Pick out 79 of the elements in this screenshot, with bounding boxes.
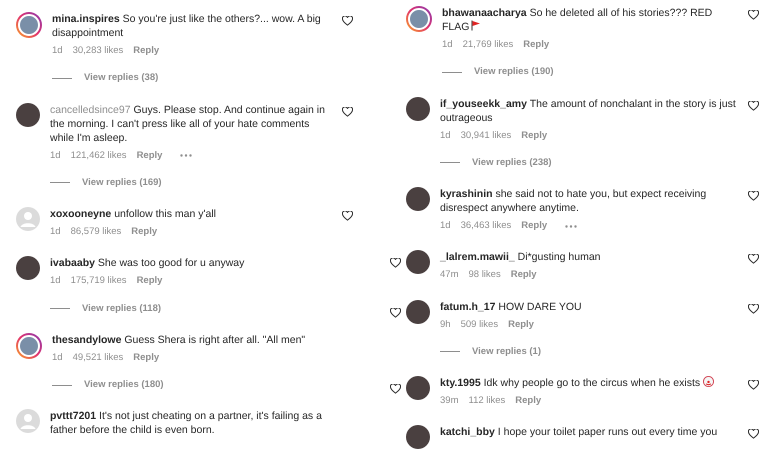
comment-text: katchi_bby I hope your toilet paper runs out every time you — [440, 425, 718, 440]
avatar-ring[interactable] — [16, 332, 42, 359]
avatar[interactable] — [406, 300, 430, 324]
comment-text: thesandylowe Guess Shera is right after all. "All men" — [52, 332, 306, 347]
more-options-icon[interactable] — [180, 154, 192, 158]
comment-time: 1d — [50, 225, 61, 239]
like-count[interactable]: 509 likes — [460, 318, 498, 332]
avatar[interactable] — [406, 376, 430, 400]
comment-time: 1d — [52, 44, 63, 58]
reply-link[interactable]: Reply — [521, 128, 548, 143]
view-replies-link[interactable]: View replies (180) — [84, 378, 164, 392]
like-heart-icon[interactable] — [390, 308, 401, 318]
like-count[interactable]: 30,941 likes — [460, 128, 512, 143]
avatar[interactable] — [16, 256, 40, 280]
reply-link[interactable]: Reply — [133, 350, 160, 365]
like-heart-icon[interactable] — [342, 211, 353, 221]
like-heart-icon[interactable] — [342, 16, 353, 26]
avatar-ring[interactable] — [16, 12, 42, 38]
view-replies-link[interactable]: View replies (169) — [82, 176, 162, 190]
more-options-icon[interactable] — [565, 224, 578, 228]
comment-time: 1d — [442, 38, 453, 52]
reply-link[interactable]: Reply — [131, 225, 158, 240]
comment-time: 1d — [440, 128, 451, 142]
comment-text: fatum.h_17 HOW DARE YOU — [440, 300, 583, 314]
like-count[interactable]: 21,769 likes — [462, 38, 514, 52]
view-replies-link[interactable]: View replies (190) — [474, 65, 554, 80]
comment-time: 1d — [52, 350, 63, 365]
like-count[interactable]: 98 likes — [468, 268, 501, 282]
comment-text: cancelledsince97 Guys. Please stop. And continue again in the morning. I can't press like all of your hate comments while I'm asleep. — [50, 102, 326, 144]
view-replies-link[interactable]: View replies (118) — [82, 302, 162, 316]
avatar[interactable] — [406, 96, 430, 120]
view-replies-link[interactable]: View replies (1) — [472, 344, 541, 359]
comment-text: ivabaaby She was too good for u anyway — [50, 256, 246, 270]
reply-link[interactable]: Reply — [136, 274, 162, 288]
comment-text: kyrashinin she said not to hate you, but expect receiving disrespect anywhere anytime. — [440, 187, 708, 215]
comment-text: bhawanaacharya So he deleted all of his stories??? RED FLAG — [442, 6, 714, 34]
like-heart-icon[interactable] — [390, 384, 401, 394]
comment-text: if_youseekk_amy The amount of nonchalant in the story is just outrageous — [440, 96, 737, 124]
comment-time: 1d — [50, 274, 61, 288]
like-heart-icon[interactable] — [748, 254, 759, 264]
like-count[interactable]: 36,463 likes — [460, 219, 512, 234]
avatar[interactable] — [406, 425, 430, 450]
reply-link[interactable]: Reply — [136, 148, 162, 163]
comment-time: 1d — [440, 219, 451, 233]
comment-time: 1d — [50, 148, 61, 162]
like-heart-icon[interactable] — [748, 100, 759, 110]
reply-link[interactable]: Reply — [523, 38, 550, 52]
view-replies-link[interactable]: View replies (38) — [84, 71, 158, 86]
like-heart-icon[interactable] — [748, 304, 759, 314]
reply-link[interactable]: Reply — [133, 44, 160, 58]
comment-text: pvttt7201 It's not just cheating on a partner, it's failing as a father before the child is even born. — [50, 409, 323, 438]
comment-text: kty.1995 Idk why people go to the circus when he exists — [440, 376, 740, 390]
like-count[interactable]: 30,283 likes — [72, 44, 124, 58]
like-count[interactable]: 121,462 likes — [70, 148, 127, 163]
comment-text: mina.inspires So you're just like the others?... wow. A big disappointment — [52, 12, 322, 40]
comment-time: 47m — [440, 268, 458, 282]
avatar[interactable] — [406, 187, 430, 211]
reply-link[interactable]: Reply — [508, 318, 534, 332]
reply-link[interactable]: Reply — [510, 268, 537, 282]
comment-text: _lalrem.mawii_ Di*gusting human — [440, 250, 602, 264]
like-heart-icon[interactable] — [390, 258, 401, 268]
avatar[interactable] — [16, 102, 40, 126]
like-heart-icon[interactable] — [342, 106, 353, 116]
comment-time: 39m — [440, 394, 458, 408]
comment-text: xoxooneyne unfollow this man y'all — [50, 207, 218, 221]
like-heart-icon[interactable] — [748, 380, 759, 390]
like-count[interactable]: 112 likes — [468, 394, 506, 408]
reply-link[interactable]: Reply — [521, 219, 548, 234]
like-heart-icon[interactable] — [748, 10, 759, 20]
like-heart-icon[interactable] — [748, 429, 759, 440]
like-heart-icon[interactable] — [748, 191, 759, 201]
like-count[interactable]: 49,521 likes — [72, 350, 124, 365]
view-replies-link[interactable]: View replies (238) — [472, 156, 552, 170]
reply-link[interactable]: Reply — [515, 394, 542, 408]
like-count[interactable]: 175,719 likes — [70, 274, 127, 288]
avatar-ring[interactable] — [406, 6, 432, 32]
avatar[interactable] — [406, 250, 430, 274]
comment-time: 9h — [440, 318, 451, 332]
like-count[interactable]: 86,579 likes — [70, 225, 122, 240]
